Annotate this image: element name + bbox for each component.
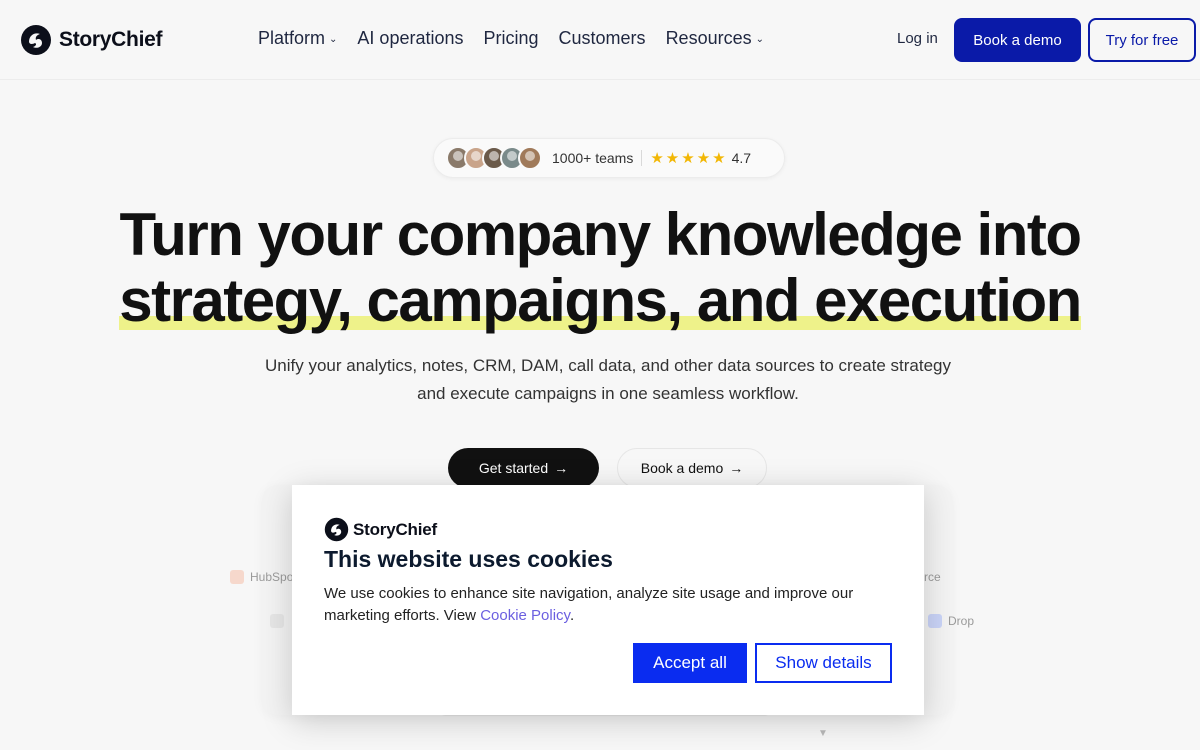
cookie-text-body: We use cookies to enhance site navigatio… (324, 585, 854, 624)
social-proof-pill: 1000+ teams ★ ★ ★ ★ ★ 4.7 (433, 138, 785, 178)
star-icon: ★ (650, 150, 664, 167)
menu-item-label: Platform (258, 28, 326, 48)
menu-item-resources[interactable]: Resources ⌄ (666, 28, 764, 49)
storychief-logo-icon (324, 517, 349, 542)
cookie-brand: StoryChief (324, 517, 892, 542)
brand-logo[interactable]: StoryChief (20, 24, 162, 56)
star-icon: ★ (696, 150, 711, 167)
chevron-down-icon: ⌄ (755, 34, 764, 45)
brand-name: StoryChief (59, 28, 163, 51)
integration-label: rce (924, 570, 941, 584)
headline-line-2: strategy, campaigns, and execution (119, 267, 1082, 334)
login-link[interactable]: Log in (897, 30, 938, 47)
book-demo-button[interactable]: Book a demo (954, 18, 1081, 62)
hubspot-icon (230, 570, 244, 584)
accept-all-button[interactable]: Accept all (633, 643, 747, 683)
storychief-logo-icon (21, 25, 51, 55)
avatar (518, 146, 542, 170)
star-icon: ★ (681, 150, 695, 167)
teams-count: 1000+ teams (552, 150, 634, 166)
headline-line-2-text: strategy, campaigns, and execution (119, 267, 1082, 334)
button-label: Book a demo (640, 460, 724, 476)
arrow-right-icon: → (554, 460, 569, 476)
integration-notion (270, 614, 284, 628)
cookie-brand-name: StoryChief (353, 519, 437, 539)
menu-item-pricing[interactable]: Pricing (484, 28, 539, 49)
menu-item-label: Customers (558, 28, 646, 48)
menu-item-customers[interactable]: Customers (559, 28, 646, 49)
integration-hubspot: HubSpo (230, 570, 293, 584)
menu-item-label: Pricing (483, 28, 539, 48)
integration-label: Drop (948, 614, 975, 628)
integration-label: HubSpo (250, 570, 294, 584)
arrow-right-icon: → (729, 460, 744, 476)
menu-item-ai-operations[interactable]: AI operations (357, 28, 463, 49)
main-menu: Platform ⌄ AI operations Pricing Custome… (258, 28, 764, 49)
get-started-button[interactable]: Get started → (448, 448, 599, 488)
star-icon: ★ (712, 150, 726, 167)
divider (641, 150, 643, 166)
menu-item-label: Resources (665, 28, 752, 48)
try-free-button[interactable]: Try for free (1088, 18, 1196, 62)
rating-value: 4.7 (731, 150, 752, 166)
notion-icon (270, 614, 284, 628)
top-nav: StoryChief Platform ⌄ AI operations Pric… (0, 0, 1200, 80)
cookie-actions: Accept all Show details (633, 643, 892, 683)
menu-item-label: AI operations (357, 28, 464, 48)
hero-headline: Turn your company knowledge into strateg… (0, 202, 1200, 334)
hero-subtitle: Unify your analytics, notes, CRM, DAM, c… (265, 356, 951, 403)
dropbox-icon (928, 614, 942, 628)
star-rating: ★ ★ ★ ★ ★ (650, 149, 725, 167)
menu-item-platform[interactable]: Platform ⌄ (258, 28, 337, 49)
integration-salesforce: rce (924, 570, 941, 584)
star-icon: ★ (665, 150, 680, 167)
avatar-group (446, 146, 542, 170)
button-label: Get started (478, 460, 549, 476)
cookie-policy-link[interactable]: Cookie Policy (480, 607, 570, 624)
cookie-title: This website uses cookies (324, 546, 613, 572)
integration-dropbox: Drop (928, 614, 974, 628)
chevron-down-icon: ▼ (818, 728, 828, 739)
cookie-text: We use cookies to enhance site navigatio… (324, 585, 854, 624)
headline-line-1: Turn your company knowledge into (119, 201, 1082, 268)
chevron-down-icon: ⌄ (329, 34, 338, 45)
cookie-consent-dialog: StoryChief This website uses cookies We … (292, 485, 924, 715)
show-details-button[interactable]: Show details (755, 643, 892, 683)
book-demo-hero-button[interactable]: Book a demo → (617, 448, 767, 488)
